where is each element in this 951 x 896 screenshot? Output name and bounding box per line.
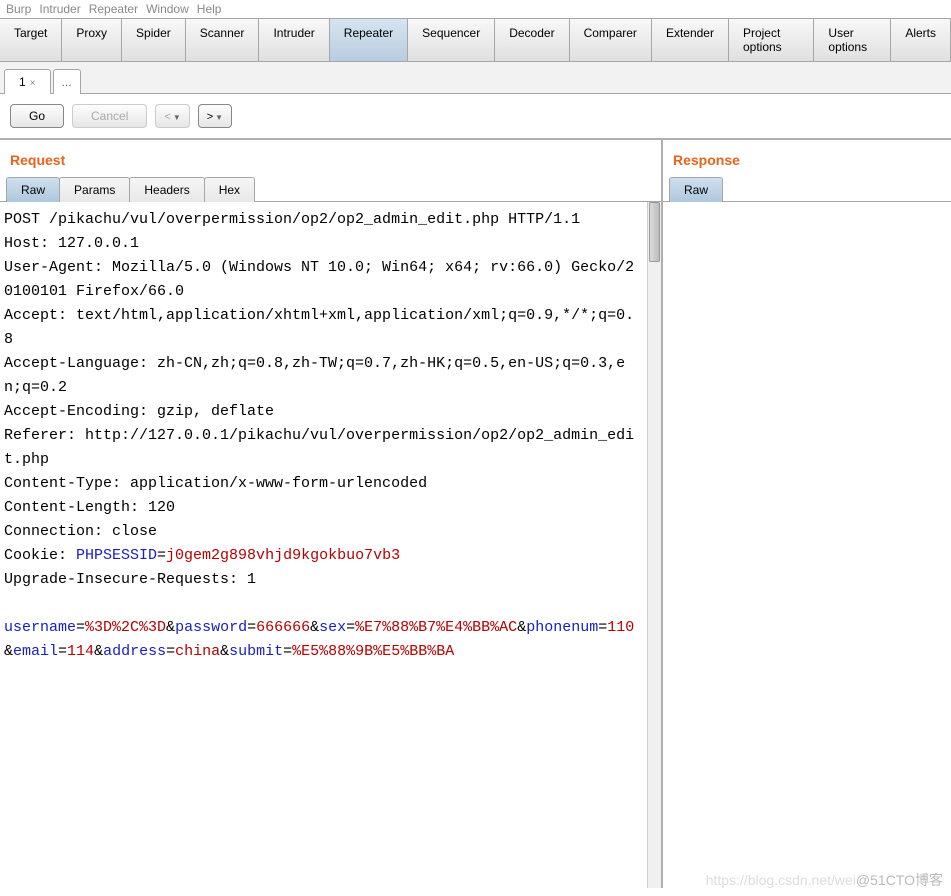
menu-repeater[interactable]: Repeater — [89, 2, 138, 16]
tab-scanner[interactable]: Scanner — [186, 19, 260, 61]
tab-target[interactable]: Target — [0, 19, 62, 61]
add-tab-button[interactable]: ... — [53, 69, 81, 94]
watermark: https://blog.csdn.net/wei@51CTO博客 — [706, 870, 943, 890]
panes: Request RawParamsHeadersHex POST /pikach… — [0, 140, 951, 888]
go-button[interactable]: Go — [10, 104, 64, 128]
repeater-sub-tabs: 1×... — [0, 62, 951, 94]
menu-window[interactable]: Window — [146, 2, 189, 16]
request-raw-content[interactable]: POST /pikachu/vul/overpermission/op2/op2… — [0, 202, 647, 888]
tab-spider[interactable]: Spider — [122, 19, 186, 61]
request-view-raw[interactable]: Raw — [6, 177, 60, 202]
next-button[interactable]: >▼ — [198, 104, 232, 128]
tab-project-options[interactable]: Project options — [729, 19, 814, 61]
tab-user-options[interactable]: User options — [814, 19, 891, 61]
prev-button[interactable]: <▼ — [155, 104, 189, 128]
menu-help[interactable]: Help — [197, 2, 222, 16]
response-pane: Response Raw — [663, 140, 951, 888]
tab-decoder[interactable]: Decoder — [495, 19, 569, 61]
tab-extender[interactable]: Extender — [652, 19, 729, 61]
tab-comparer[interactable]: Comparer — [570, 19, 652, 61]
request-view-headers[interactable]: Headers — [129, 177, 204, 202]
request-view-params[interactable]: Params — [59, 177, 130, 202]
response-title: Response — [663, 140, 951, 176]
scroll-thumb[interactable] — [649, 202, 660, 262]
dropdown-icon: ▼ — [173, 113, 181, 122]
menubar: Burp Intruder Repeater Window Help — [0, 0, 951, 18]
response-view-tabs: Raw — [663, 176, 951, 202]
repeater-tab-1[interactable]: 1× — [4, 69, 51, 94]
close-icon[interactable]: × — [30, 78, 36, 89]
main-tabs: TargetProxySpiderScannerIntruderRepeater… — [0, 18, 951, 62]
toolbar: Go Cancel <▼ >▼ — [0, 94, 951, 140]
cancel-button[interactable]: Cancel — [72, 104, 147, 128]
tab-proxy[interactable]: Proxy — [62, 19, 122, 61]
dropdown-icon: ▼ — [215, 113, 223, 122]
chevron-left-icon: < — [164, 111, 170, 123]
tab-alerts[interactable]: Alerts — [891, 19, 951, 61]
request-title: Request — [0, 140, 661, 176]
request-pane: Request RawParamsHeadersHex POST /pikach… — [0, 140, 663, 888]
request-view-tabs: RawParamsHeadersHex — [0, 176, 661, 202]
tab-sequencer[interactable]: Sequencer — [408, 19, 495, 61]
chevron-right-icon: > — [207, 111, 213, 123]
request-view-hex[interactable]: Hex — [204, 177, 255, 202]
response-content-wrap — [663, 202, 951, 888]
request-content-wrap: POST /pikachu/vul/overpermission/op2/op2… — [0, 202, 661, 888]
menu-burp[interactable]: Burp — [6, 2, 31, 16]
response-raw-content[interactable] — [663, 202, 951, 888]
menu-intruder[interactable]: Intruder — [39, 2, 80, 16]
response-view-raw[interactable]: Raw — [669, 177, 723, 202]
vertical-scrollbar[interactable] — [647, 202, 661, 888]
tab-intruder[interactable]: Intruder — [259, 19, 329, 61]
tab-repeater[interactable]: Repeater — [330, 19, 408, 61]
